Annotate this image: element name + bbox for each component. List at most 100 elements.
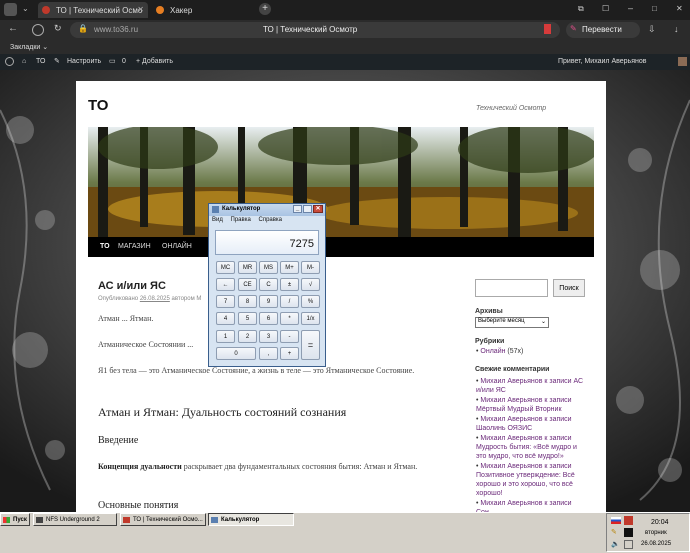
- minimize-icon[interactable]: –: [628, 3, 633, 13]
- mc-button[interactable]: MC: [216, 261, 235, 274]
- close-icon[interactable]: ✕: [137, 5, 144, 14]
- divide-button[interactable]: /: [280, 295, 299, 308]
- ce-button[interactable]: CE: [238, 278, 257, 291]
- translate-button[interactable]: ✎ Перевести: [566, 22, 640, 38]
- home-icon: ⌂: [22, 58, 27, 65]
- search-button[interactable]: Поиск: [553, 279, 585, 297]
- equals-button[interactable]: =: [301, 330, 320, 360]
- digit-3-button[interactable]: 3: [259, 330, 278, 343]
- translate-icon: ✎: [570, 24, 577, 33]
- taskbar-item-calculator[interactable]: Калькулятор: [208, 513, 294, 526]
- tray-app-icon[interactable]: [624, 516, 633, 525]
- new-tab-icon[interactable]: +: [259, 3, 271, 15]
- nav-item-shop[interactable]: МАГАЗИН: [118, 243, 151, 250]
- comment-author[interactable]: Михаил Аверьянов: [480, 378, 542, 385]
- avatar[interactable]: [678, 57, 687, 66]
- download-icon[interactable]: ↓: [674, 24, 679, 34]
- menu-edit[interactable]: Правка: [231, 217, 251, 223]
- wp-admin-bar: ⌂ ТО ✎ Настроить ▭ 0 + Добавить Привет, …: [0, 54, 690, 70]
- bookmarks-icon[interactable]: ☐: [602, 4, 609, 13]
- back-icon[interactable]: ←: [8, 23, 18, 34]
- digit-5-button[interactable]: 5: [238, 312, 257, 325]
- bookmark-flag-icon[interactable]: [544, 24, 551, 34]
- main-nav: ТО МАГАЗИН ОНЛАЙН: [88, 237, 594, 257]
- wordpress-logo-icon[interactable]: [5, 57, 14, 66]
- comment-author[interactable]: Михаил Аверьянов: [480, 397, 542, 404]
- calculator-icon: [212, 206, 219, 213]
- plus-minus-button[interactable]: ±: [280, 278, 299, 291]
- percent-button[interactable]: %: [301, 295, 320, 308]
- reload-icon[interactable]: ↻: [54, 23, 62, 34]
- c-button[interactable]: C: [259, 278, 278, 291]
- digit-6-button[interactable]: 6: [259, 312, 278, 325]
- close-window-icon[interactable]: ✕: [676, 4, 683, 13]
- backspace-button[interactable]: ←: [216, 278, 235, 291]
- site-favicon-icon: [156, 6, 164, 14]
- wp-site-link[interactable]: ТО: [36, 58, 45, 65]
- shield-icon[interactable]: [32, 24, 44, 36]
- plus-button[interactable]: +: [280, 347, 299, 360]
- maximize-icon[interactable]: [303, 205, 312, 213]
- url-field[interactable]: 🔒 www.to36.ru ТО | Технический Осмотр: [70, 22, 560, 38]
- window-icon[interactable]: ⧉: [578, 4, 584, 14]
- comment-icon[interactable]: ▭: [109, 57, 116, 65]
- mr-button[interactable]: MR: [238, 261, 257, 274]
- digit-2-button[interactable]: 2: [238, 330, 257, 343]
- decimal-button[interactable]: ,: [259, 347, 278, 360]
- minimize-icon[interactable]: _: [293, 205, 302, 213]
- extensions-icon[interactable]: ⇩: [648, 24, 656, 35]
- list-item: • Михаил Аверьянов к записи Мёртвый Мудр…: [476, 397, 572, 413]
- tab-hacker[interactable]: Хакер: [152, 2, 252, 18]
- start-button[interactable]: Пуск: [0, 513, 30, 526]
- comment-author[interactable]: Михаил Аверьянов: [480, 463, 542, 470]
- rubric-link[interactable]: Онлайн: [480, 348, 505, 355]
- wp-add-new[interactable]: + Добавить: [136, 58, 173, 65]
- m-plus-button[interactable]: M+: [280, 261, 299, 274]
- site-title[interactable]: ТО: [88, 97, 108, 114]
- language-flag-icon[interactable]: [611, 517, 621, 524]
- pen-icon[interactable]: ✎: [611, 528, 617, 536]
- reciprocal-button[interactable]: 1/x: [301, 312, 320, 325]
- volume-icon[interactable]: 🔈: [611, 540, 620, 548]
- digit-0-button[interactable]: 0: [216, 347, 256, 360]
- comment-author[interactable]: Михаил Аверьянов: [480, 435, 542, 442]
- digit-9-button[interactable]: 9: [259, 295, 278, 308]
- nav-item-online[interactable]: ОНЛАЙН: [162, 243, 192, 250]
- taskbar-item-browser[interactable]: ТО | Технический Осмо...: [120, 513, 206, 526]
- archives-select[interactable]: Выберите месяц ⌄: [475, 317, 549, 328]
- start-label: Пуск: [13, 516, 27, 523]
- sqrt-button[interactable]: √: [301, 278, 320, 291]
- m-minus-button[interactable]: M-: [301, 261, 320, 274]
- menu-help[interactable]: Справка: [258, 217, 282, 223]
- maximize-icon[interactable]: □: [652, 4, 657, 13]
- calculator-titlebar[interactable]: Калькулятор _ ✕: [209, 204, 325, 216]
- page-title: ТО | Технический Осмотр: [263, 25, 358, 34]
- network-icon[interactable]: [624, 540, 633, 549]
- wp-customize-link[interactable]: Настроить: [67, 58, 101, 65]
- digit-8-button[interactable]: 8: [238, 295, 257, 308]
- bookmarks-menu[interactable]: Закладки ⌄: [10, 43, 48, 51]
- menu-view[interactable]: Вид: [212, 217, 223, 223]
- nav-item-to[interactable]: ТО: [100, 243, 110, 250]
- search-input[interactable]: [475, 279, 548, 297]
- digit-4-button[interactable]: 4: [216, 312, 235, 325]
- comment-author[interactable]: Михаил Аверьянов: [480, 500, 542, 507]
- comment-author[interactable]: Михаил Аверьянов: [480, 416, 542, 423]
- digit-1-button[interactable]: 1: [216, 330, 235, 343]
- taskbar-item-nfs[interactable]: NFS Underground 2: [33, 513, 117, 526]
- post-title[interactable]: АС и/или ЯС: [98, 280, 166, 292]
- digit-7-button[interactable]: 7: [216, 295, 235, 308]
- minus-button[interactable]: -: [280, 330, 299, 343]
- clock-time[interactable]: 20:04: [651, 519, 669, 526]
- ms-button[interactable]: MS: [259, 261, 278, 274]
- tab-list-icon[interactable]: ⌄: [22, 4, 29, 13]
- multiply-button[interactable]: *: [280, 312, 299, 325]
- post-subheading: Введение: [98, 435, 139, 446]
- list-item: • Михаил Аверьянов к записи Позитивное у…: [476, 463, 575, 497]
- post-date[interactable]: 26.08.2025: [140, 296, 170, 302]
- terminal-icon[interactable]: [624, 528, 633, 537]
- tab-to[interactable]: ТО | Технический Осмо ✕: [38, 2, 148, 18]
- wp-greeting[interactable]: Привет, Михаил Аверьянов: [558, 58, 646, 65]
- browser-menu-icon[interactable]: [4, 3, 17, 16]
- close-icon[interactable]: ✕: [313, 205, 323, 213]
